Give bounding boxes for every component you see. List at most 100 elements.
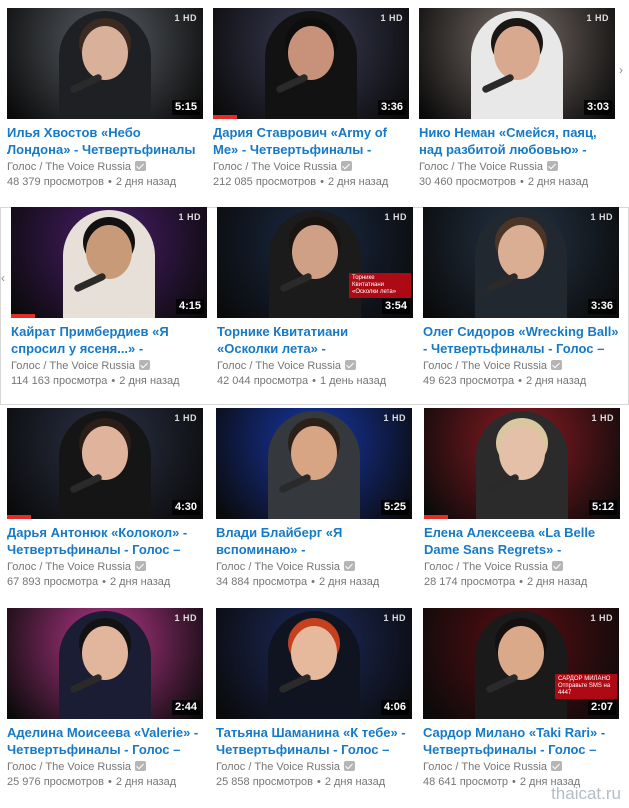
video-title-link[interactable]: Кайрат Примбердиев «Я спросил у ясеня...… (11, 323, 207, 357)
channel-name[interactable]: Голос / The Voice Russia (7, 559, 203, 575)
channel-label[interactable]: Голос / The Voice Russia (7, 561, 131, 573)
channel-one-logo: 1 HD (174, 613, 197, 623)
video-thumbnail[interactable]: 1 HD 3:36 (423, 207, 619, 318)
video-card[interactable]: 1 HD Торнике Квитатиани «Осколки лета» 3:54… (217, 207, 413, 389)
video-card[interactable]: 1 HD САРДОР МИЛАНО Отправьте SMS на 4447 2:… (423, 608, 619, 790)
channel-label[interactable]: Голос / The Voice Russia (216, 561, 340, 573)
video-thumbnail[interactable]: 1 HD 5:25 (216, 408, 412, 519)
watched-progress-bar (424, 515, 448, 519)
channel-name[interactable]: Голос / The Voice Russia (11, 358, 207, 374)
lower-third-line: Отправьте SMS на 4447 (558, 683, 611, 696)
channel-label[interactable]: Голос / The Voice Russia (419, 161, 543, 173)
video-duration: 3:54 (381, 299, 410, 314)
video-meta: 67 893 просмотра • 2 дня назад (7, 575, 203, 590)
channel-name[interactable]: Голос / The Voice Russia (7, 159, 203, 175)
meta-separator: • (519, 576, 523, 588)
performer-face (494, 26, 540, 80)
video-card[interactable]: 1 HD 5:25 Влади Блайберг «Я вспоминаю» - Ч… (216, 408, 412, 590)
channel-name[interactable]: Голос / The Voice Russia (213, 159, 409, 175)
video-thumbnail[interactable]: 1 HD 2:44 (7, 608, 203, 719)
verified-badge-icon (135, 161, 147, 171)
video-card[interactable]: 1 HD 5:15 Илья Хвостов «Небо Лондона» - Че… (7, 8, 203, 190)
view-count: 114 163 просмотра (11, 375, 108, 387)
channel-one-logo: 1 HD (174, 13, 197, 23)
performer-face (82, 26, 128, 80)
video-thumbnail[interactable]: 1 HD 4:15 (11, 207, 207, 318)
video-title-link[interactable]: Торнике Квитатиани «Осколки лета» - Четв… (217, 323, 413, 357)
next-arrow-icon[interactable]: › (619, 64, 623, 76)
channel-one-logo: 1 HD (590, 613, 613, 623)
video-thumbnail[interactable]: 1 HD 5:15 (7, 8, 203, 119)
video-card[interactable]: 1 HD 4:06 Татьяна Шаманина «К тебе» - Четв… (216, 608, 412, 790)
upload-age: 2 дня назад (324, 776, 386, 788)
channel-name[interactable]: Голос / The Voice Russia (7, 759, 203, 775)
channel-label[interactable]: Голос / The Voice Russia (7, 161, 131, 173)
channel-name[interactable]: Голос / The Voice Russia (419, 159, 615, 175)
video-title-link[interactable]: Аделина Моисеева «Valerie» - Четвертьфин… (7, 724, 203, 758)
meta-separator: • (102, 576, 106, 588)
video-thumbnail[interactable]: 1 HD 3:03 (419, 8, 615, 119)
video-duration: 4:06 (380, 700, 409, 715)
video-title-link[interactable]: Олег Сидоров «Wrecking Ball» - Четвертьф… (423, 323, 619, 357)
channel-label[interactable]: Голос / The Voice Russia (423, 761, 547, 773)
channel-name[interactable]: Голос / The Voice Russia (423, 358, 619, 374)
video-thumbnail[interactable]: 1 HD 5:12 (424, 408, 620, 519)
channel-name[interactable]: Голос / The Voice Russia (423, 759, 619, 775)
channel-one-logo: 1 HD (178, 212, 201, 222)
video-thumbnail[interactable]: 1 HD САРДОР МИЛАНО Отправьте SMS на 4447 2:… (423, 608, 619, 719)
channel-name[interactable]: Голос / The Voice Russia (424, 559, 620, 575)
video-title-link[interactable]: Елена Алексеева «La Belle Dame Sans Regr… (424, 524, 620, 558)
channel-label[interactable]: Голос / The Voice Russia (213, 161, 337, 173)
channel-label[interactable]: Голос / The Voice Russia (216, 761, 340, 773)
video-meta: 25 976 просмотров • 2 дня назад (7, 775, 203, 790)
video-thumbnail[interactable]: 1 HD 4:06 (216, 608, 412, 719)
video-thumbnail[interactable]: 1 HD Торнике Квитатиани «Осколки лета» 3:54 (217, 207, 413, 318)
video-meta: 34 884 просмотра • 2 дня назад (216, 575, 412, 590)
video-thumbnail[interactable]: 1 HD 3:36 (213, 8, 409, 119)
view-count: 25 858 просмотров (216, 776, 313, 788)
verified-badge-icon (551, 360, 563, 370)
channel-one-logo: 1 HD (591, 413, 614, 423)
channel-name[interactable]: Голос / The Voice Russia (217, 358, 413, 374)
channel-name[interactable]: Голос / The Voice Russia (216, 759, 412, 775)
verified-badge-icon (135, 561, 147, 571)
channel-label[interactable]: Голос / The Voice Russia (7, 761, 131, 773)
site-watermark: thaicat.ru (551, 784, 621, 803)
video-title-link[interactable]: Татьяна Шаманина «К тебе» - Четвертьфина… (216, 724, 412, 758)
video-title-link[interactable]: Нико Неман «Смейся, паяц, над разбитой л… (419, 124, 615, 158)
view-count: 49 623 просмотра (423, 375, 515, 387)
channel-label[interactable]: Голос / The Voice Russia (423, 360, 547, 372)
channel-label[interactable]: Голос / The Voice Russia (217, 360, 341, 372)
upload-age: 2 дня назад (119, 375, 180, 387)
video-card[interactable]: 1 HD 4:30 Дарья Антонюк «Колокол» - Четвер… (7, 408, 203, 590)
meta-separator: • (518, 375, 522, 387)
video-title-link[interactable]: Влади Блайберг «Я вспоминаю» - Четвертьф… (216, 524, 412, 558)
meta-separator: • (512, 776, 516, 788)
video-card[interactable]: 1 HD 4:15 Кайрат Примбердиев «Я спросил у … (11, 207, 207, 389)
watched-progress-bar (7, 515, 31, 519)
upload-age: 2 дня назад (115, 776, 177, 788)
meta-separator: • (312, 375, 316, 387)
lower-third-line: САРДОР МИЛАНО (558, 676, 611, 682)
channel-label[interactable]: Голос / The Voice Russia (11, 360, 135, 372)
channel-name[interactable]: Голос / The Voice Russia (216, 559, 412, 575)
video-card[interactable]: 1 HD 5:12 Елена Алексеева «La Belle Dame S… (424, 408, 620, 590)
video-card[interactable]: 1 HD 3:03 Нико Неман «Смейся, паяц, над ра… (419, 8, 615, 190)
meta-separator: • (107, 776, 112, 788)
view-count: 28 174 просмотра (424, 576, 516, 588)
video-thumbnail[interactable]: 1 HD 4:30 (7, 408, 203, 519)
upload-age: 2 дня назад (115, 176, 177, 188)
video-title-link[interactable]: Дария Ставрович «Army of Me» - Четвертьф… (213, 124, 409, 158)
lower-third-line: Торнике Квитатиани (352, 275, 385, 288)
performer-face (499, 426, 545, 480)
video-card[interactable]: 1 HD 2:44 Аделина Моисеева «Valerie» - Чет… (7, 608, 203, 790)
prev-arrow-icon[interactable]: ‹ (1, 272, 5, 284)
video-card[interactable]: 1 HD 3:36 Олег Сидоров «Wrecking Ball» - Ч… (423, 207, 619, 389)
video-title-link[interactable]: Дарья Антонюк «Колокол» - Четвертьфиналы… (7, 524, 203, 558)
video-title-link[interactable]: Илья Хвостов «Небо Лондона» - Четвертьфи… (7, 124, 203, 158)
video-title-link[interactable]: Сардор Милано «Taki Rari» - Четвертьфина… (423, 724, 619, 758)
channel-label[interactable]: Голос / The Voice Russia (424, 561, 548, 573)
video-card[interactable]: 1 HD 3:36 Дария Ставрович «Army of Me» - Ч… (213, 8, 409, 190)
upload-age: 2 дня назад (526, 576, 588, 588)
verified-badge-icon (135, 761, 147, 771)
